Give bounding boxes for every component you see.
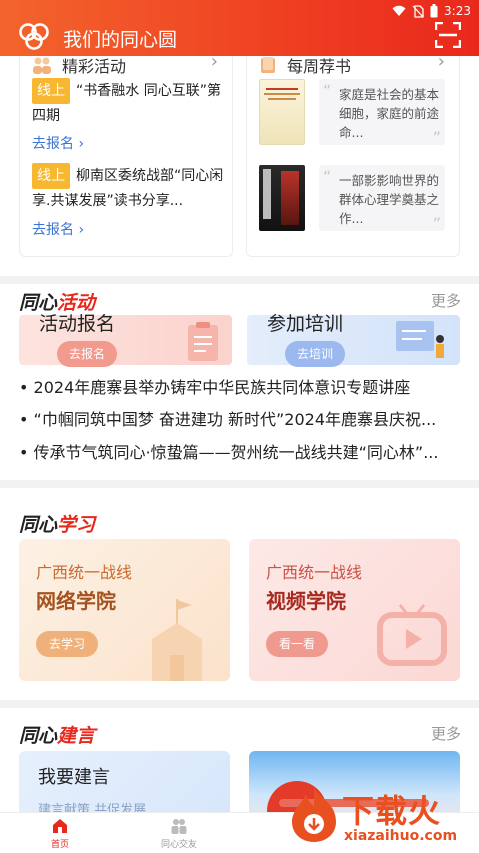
book-cover-image[interactable]: [259, 79, 305, 145]
watermark: 下载火 xiazaihuo.com: [284, 784, 474, 852]
status-bar: 3:23: [392, 2, 471, 20]
books-card[interactable]: 每周荐书 › “ 家庭是社会的基本细胞，家庭的前途命... ” “ 一部影影响世…: [246, 56, 460, 257]
featured-section: 精彩活动 › 线上 “书香融水 同心互联”第四期 去报名 › 线上 柳南区委统战部“…: [0, 56, 479, 276]
signup-button[interactable]: 去报名: [57, 341, 118, 367]
chevron-right-icon[interactable]: ›: [438, 56, 445, 72]
home-icon: [53, 819, 67, 833]
advice-card-title: 我要建言: [38, 767, 110, 788]
activity-section: 同心活动 更多 活动报名 去报名 参加培训 去培训 • 2024年鹿寨县举办铸牢…: [0, 284, 479, 480]
section-title-study: 同心学习: [19, 514, 96, 536]
card-title: 网络学院: [36, 589, 116, 613]
news-item[interactable]: • 传承节气筑同心·惊蛰篇——贺州统一战线共建“同心林”...: [19, 439, 459, 463]
more-link[interactable]: 更多: [431, 290, 461, 311]
status-time: 3:23: [444, 4, 471, 18]
banner-title: 活动报名: [39, 313, 116, 335]
app-header: 3:23 我们的同心圆: [0, 0, 479, 56]
card-title: 视频学院: [266, 589, 346, 613]
advice-card[interactable]: 我要建言 建言献策 共促发展: [19, 751, 230, 812]
advice-card-subtitle: 建言献策 共促发展: [38, 803, 147, 812]
signup-link[interactable]: 去报名 ›: [32, 219, 84, 239]
activities-card-title: 精彩活动: [62, 57, 127, 76]
training-banner[interactable]: 参加培训 去培训: [247, 313, 460, 367]
signup-link[interactable]: 去报名 ›: [32, 133, 84, 153]
news-item[interactable]: • “巾帼同筑中国梦 奋进建功 新时代”2024年鹿寨县庆祝...: [19, 406, 459, 430]
nav-label: 同心交友: [160, 840, 197, 850]
chevron-right-icon[interactable]: ›: [211, 56, 218, 72]
school-building-icon: [152, 599, 202, 681]
nav-label: 首页: [50, 840, 69, 850]
study-button[interactable]: 去学习: [36, 631, 99, 657]
page-title: 我们的同心圆: [63, 29, 178, 51]
online-tag: 线上: [32, 78, 70, 104]
video-tv-icon: [377, 604, 447, 666]
study-section: 同心学习 广西统一战线 网络学院 去学习 广西统一战线 视频学院 看一看: [0, 488, 479, 700]
no-sim-icon: [412, 4, 424, 18]
battery-icon: [430, 4, 438, 18]
banner-title: 参加培训: [267, 313, 344, 335]
books-card-header: 每周荐书: [259, 56, 351, 77]
activities-card-header: 精彩活动: [32, 56, 126, 77]
section-title-advice: 同心建言: [19, 725, 96, 747]
signup-banner[interactable]: 活动报名 去报名: [19, 313, 232, 367]
online-tag: 线上: [32, 163, 70, 189]
scan-icon[interactable]: [435, 22, 461, 48]
quote-open-icon: “: [323, 81, 332, 100]
nav-home[interactable]: 首页: [30, 817, 90, 850]
training-button[interactable]: 去培训: [285, 341, 346, 367]
card-subtitle: 广西统一战线: [36, 563, 133, 582]
training-board-icon: [396, 321, 444, 358]
app-logo-icon: [19, 23, 49, 50]
clipboard-icon: [188, 322, 218, 361]
video-academy-card[interactable]: 广西统一战线 视频学院 看一看: [249, 539, 460, 681]
book-quote[interactable]: “ 一部影影响世界的群体心理学奠基之作... ”: [319, 165, 445, 233]
news-item[interactable]: • 2024年鹿寨县举办铸牢中华民族共同体意识专题讲座: [19, 374, 459, 398]
more-link[interactable]: 更多: [431, 723, 461, 744]
watch-button[interactable]: 看一看: [266, 631, 329, 657]
activity-item[interactable]: 线上 “书香融水 同心互联”第四期: [32, 78, 232, 128]
online-academy-card[interactable]: 广西统一战线 网络学院 去学习: [19, 539, 230, 681]
activity-item[interactable]: 线上 柳南区委统战部“同心闲享.共谋发展”读书分享...: [32, 163, 232, 213]
quote-close-icon: ”: [432, 214, 441, 233]
book-quote-text: 一部影影响世界的群体心理学奠基之作...: [339, 173, 440, 226]
flame-logo-icon: [292, 788, 336, 842]
main-content[interactable]: 精彩活动 › 线上 “书香融水 同心互联”第四期 去报名 › 线上 柳南区委统战部“…: [0, 56, 479, 812]
book-icon: [261, 57, 275, 73]
book-quote-text: 家庭是社会的基本细胞，家庭的前途命...: [339, 87, 440, 140]
watermark-text: 下载火: [342, 792, 442, 830]
watermark-url: xiazaihuo.com: [344, 828, 458, 844]
wifi-icon: [392, 5, 406, 16]
book-cover-image[interactable]: [259, 165, 305, 231]
card-subtitle: 广西统一战线: [266, 563, 363, 582]
quote-open-icon: “: [323, 167, 332, 186]
nav-friends[interactable]: 同心交友: [149, 817, 209, 850]
quote-close-icon: ”: [432, 128, 441, 147]
friends-icon: [171, 819, 187, 834]
activities-card[interactable]: 精彩活动 › 线上 “书香融水 同心互联”第四期 去报名 › 线上 柳南区委统战部“…: [19, 56, 233, 257]
book-quote[interactable]: “ 家庭是社会的基本细胞，家庭的前途命... ”: [319, 79, 445, 147]
books-card-title: 每周荐书: [287, 57, 352, 76]
people-icon: [33, 57, 51, 74]
